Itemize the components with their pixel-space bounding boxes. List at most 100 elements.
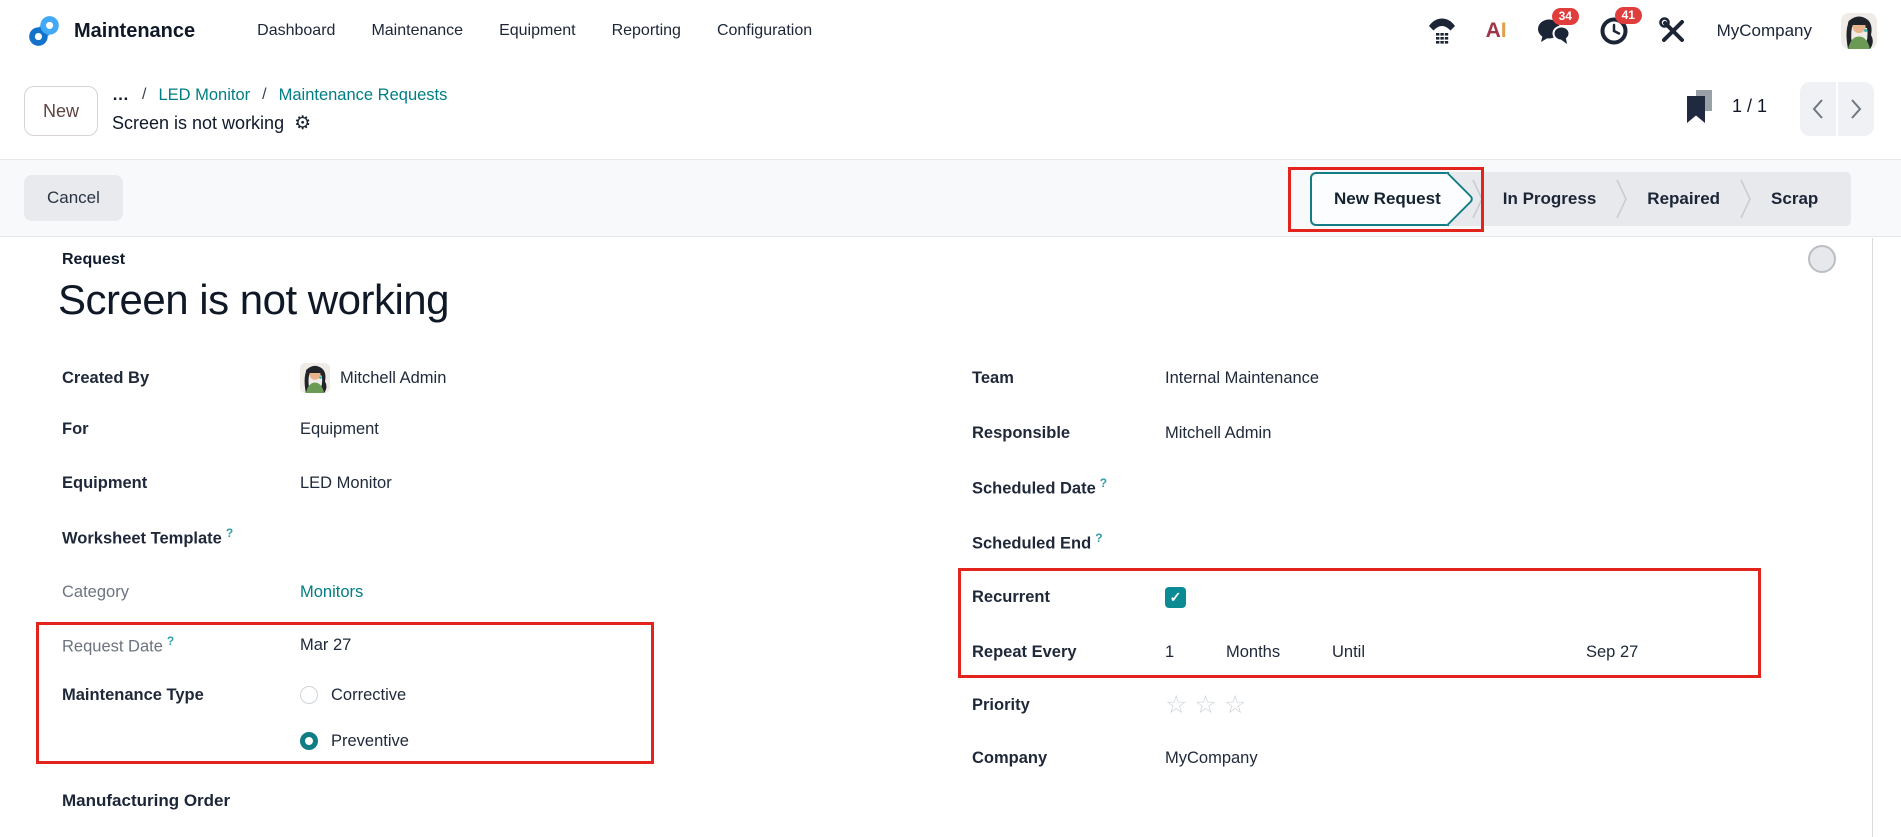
chevron-right-icon xyxy=(1851,99,1862,119)
field-row-for: For Equipment xyxy=(62,413,822,445)
created-by-value[interactable]: Mitchell Admin xyxy=(340,369,446,388)
breadcrumb-led-monitor[interactable]: LED Monitor xyxy=(158,86,250,105)
field-row-worksheet-template: Worksheet Template? xyxy=(62,521,822,553)
stage-scrap[interactable]: Scrap xyxy=(1752,189,1837,209)
main-menu: Dashboard Maintenance Equipment Reportin… xyxy=(257,22,812,40)
chevron-left-icon xyxy=(1812,99,1823,119)
request-date-value[interactable]: Mar 27 xyxy=(300,636,351,655)
new-button[interactable]: New xyxy=(24,86,98,136)
repeat-every-label: Repeat Every xyxy=(972,642,1077,661)
scrollbar-track[interactable] xyxy=(1872,238,1873,837)
field-row-priority: Priority ☆ ☆ ☆ xyxy=(972,689,1792,721)
stage-new-request-active[interactable]: New Request xyxy=(1310,172,1449,226)
scheduled-date-label: Scheduled Date? xyxy=(972,475,1108,498)
breadcrumb-trail: … / LED Monitor / Maintenance Requests xyxy=(112,82,447,108)
stage-in-progress[interactable]: In Progress xyxy=(1484,189,1616,209)
tools-icon[interactable] xyxy=(1658,16,1688,46)
field-row-company: Company MyCompany xyxy=(972,742,1792,774)
star-icon[interactable]: ☆ xyxy=(1165,690,1189,720)
stage-pipeline: New Request In Progress Repaired Scrap xyxy=(1310,172,1852,226)
maintenance-app-icon[interactable] xyxy=(24,11,64,51)
scheduled-end-label: Scheduled End? xyxy=(972,530,1103,553)
stage-label: New Request xyxy=(1334,189,1441,208)
bookmark-icon[interactable] xyxy=(1685,90,1713,129)
help-icon[interactable]: ? xyxy=(1100,476,1107,490)
control-panel: New … / LED Monitor / Maintenance Reques… xyxy=(0,62,1901,159)
form-sheet: Request Screen is not working Created By… xyxy=(0,238,1901,837)
star-icon[interactable]: ☆ xyxy=(1224,690,1248,720)
navbar-left: Maintenance Dashboard Maintenance Equipm… xyxy=(24,11,812,51)
app-name[interactable]: Maintenance xyxy=(74,20,195,43)
priority-stars: ☆ ☆ ☆ xyxy=(1165,690,1248,720)
gear-icon[interactable]: ⚙ xyxy=(294,112,311,135)
responsible-value[interactable]: Mitchell Admin xyxy=(1165,424,1271,443)
request-title-input[interactable]: Screen is not working xyxy=(58,276,450,324)
menu-configuration[interactable]: Configuration xyxy=(717,22,812,40)
recurrent-label: Recurrent xyxy=(972,587,1050,606)
navbar-right: AI 34 41 MyCompany xyxy=(1427,7,1877,49)
breadcrumb-current: Screen is not working xyxy=(112,113,285,133)
company-value[interactable]: MyCompany xyxy=(1165,749,1258,768)
field-row-team: Team Internal Maintenance xyxy=(972,362,1792,394)
breadcrumb-separator: / xyxy=(262,86,267,103)
statusbar: Cancel New Request In Progress Repaired … xyxy=(0,159,1901,237)
activity-state-circle[interactable] xyxy=(1808,245,1836,273)
created-by-label: Created By xyxy=(62,368,150,387)
menu-maintenance[interactable]: Maintenance xyxy=(371,22,463,40)
for-value[interactable]: Equipment xyxy=(300,420,379,439)
maintenance-request-form-page: Maintenance Dashboard Maintenance Equipm… xyxy=(0,0,1901,837)
company-switcher[interactable]: MyCompany xyxy=(1717,21,1812,41)
radio-corrective[interactable] xyxy=(300,686,318,704)
field-row-equipment: Equipment LED Monitor xyxy=(62,467,822,499)
cancel-button[interactable]: Cancel xyxy=(24,175,123,221)
radio-corrective-label[interactable]: Corrective xyxy=(331,686,406,705)
field-row-created-by: Created By Mitchell Admin xyxy=(62,362,822,394)
menu-equipment[interactable]: Equipment xyxy=(499,22,576,40)
phone-icon[interactable] xyxy=(1427,17,1457,45)
breadcrumb: … / LED Monitor / Maintenance Requests S… xyxy=(112,82,447,135)
ai-letter-i: I xyxy=(1500,19,1507,42)
ai-assistant-icon[interactable]: AI xyxy=(1486,19,1507,43)
radio-preventive-selected[interactable] xyxy=(300,732,318,750)
category-value-link[interactable]: Monitors xyxy=(300,583,363,602)
field-row-maintenance-type: Maintenance Type Corrective xyxy=(62,679,822,711)
repeat-interval-input[interactable]: 1 xyxy=(1165,636,1174,668)
activities-clock-icon[interactable]: 41 xyxy=(1599,7,1642,46)
repeat-until-value[interactable]: Sep 27 xyxy=(1586,636,1638,668)
field-row-request-date: Request Date? Mar 27 xyxy=(62,629,822,661)
radio-preventive-label[interactable]: Preventive xyxy=(331,732,409,751)
activities-badge: 41 xyxy=(1614,7,1642,24)
user-avatar[interactable] xyxy=(1841,13,1877,49)
field-row-repeat-every: Repeat Every 1 Months Until Sep 27 xyxy=(972,636,1792,668)
field-row-maintenance-type-2: Preventive xyxy=(62,725,822,757)
equipment-value[interactable]: LED Monitor xyxy=(300,474,392,493)
breadcrumb-separator: / xyxy=(142,86,147,103)
stage-repaired[interactable]: Repaired xyxy=(1628,189,1739,209)
star-icon[interactable]: ☆ xyxy=(1194,690,1218,720)
team-value[interactable]: Internal Maintenance xyxy=(1165,369,1319,388)
request-date-label: Request Date? xyxy=(62,633,175,656)
help-icon[interactable]: ? xyxy=(167,634,174,648)
breadcrumb-current-row: Screen is not working ⚙ xyxy=(112,112,447,135)
menu-dashboard[interactable]: Dashboard xyxy=(257,22,335,40)
pager-count: 1 / 1 xyxy=(1732,96,1768,116)
help-icon[interactable]: ? xyxy=(1095,531,1102,545)
stage-separator-icon xyxy=(1616,179,1628,219)
breadcrumb-maintenance-requests[interactable]: Maintenance Requests xyxy=(279,86,448,105)
menu-reporting[interactable]: Reporting xyxy=(612,22,681,40)
field-row-recurrent: Recurrent ✓ xyxy=(972,581,1792,613)
stage-separator-icon xyxy=(1740,179,1751,219)
worksheet-template-label: Worksheet Template? xyxy=(62,525,234,548)
for-label: For xyxy=(62,419,89,438)
breadcrumb-ellipsis[interactable]: … xyxy=(112,85,130,105)
pager-next-button[interactable] xyxy=(1838,82,1874,136)
stage-inactive-group: In Progress Repaired Scrap xyxy=(1432,172,1852,226)
company-label: Company xyxy=(972,748,1048,767)
help-icon[interactable]: ? xyxy=(226,526,233,540)
priority-label: Priority xyxy=(972,695,1030,714)
recurrent-checkbox-checked[interactable]: ✓ xyxy=(1165,586,1186,608)
pager-previous-button[interactable] xyxy=(1800,82,1836,136)
messages-icon[interactable]: 34 xyxy=(1536,8,1579,45)
top-navbar: Maintenance Dashboard Maintenance Equipm… xyxy=(0,0,1901,62)
repeat-unit-select[interactable]: Months xyxy=(1226,636,1280,668)
